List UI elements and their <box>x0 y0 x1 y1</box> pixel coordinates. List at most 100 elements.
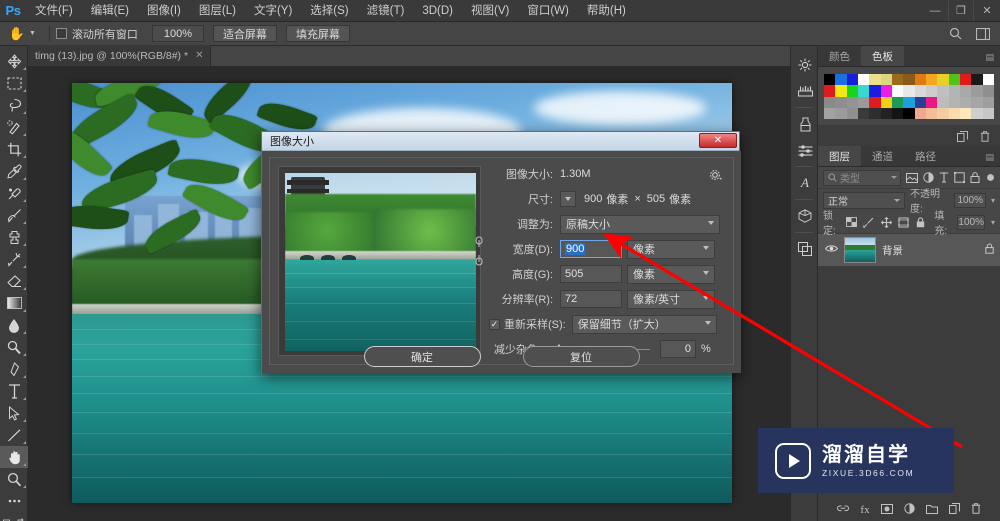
menu-select[interactable]: 选择(S) <box>301 0 357 22</box>
swatch-21[interactable] <box>892 85 904 97</box>
swatch-19[interactable] <box>869 85 881 97</box>
swatch-10[interactable] <box>937 74 949 86</box>
pen-tool[interactable] <box>0 358 28 380</box>
path-selection-tool[interactable] <box>0 402 28 424</box>
tab-layers[interactable]: 图层 <box>818 146 861 167</box>
swatch-5[interactable] <box>880 74 893 86</box>
swatch-36[interactable] <box>892 96 904 109</box>
swatch-42[interactable] <box>960 96 972 109</box>
swatch-12[interactable] <box>960 74 972 86</box>
resample-checkbox[interactable]: ✓ <box>489 318 500 330</box>
close-icon[interactable]: ✕ <box>195 50 203 61</box>
swatch-40[interactable] <box>937 96 949 109</box>
swatch-54[interactable] <box>926 108 938 120</box>
move-tool[interactable] <box>0 50 28 72</box>
menu-image[interactable]: 图像(I) <box>138 0 190 22</box>
swatch-59[interactable] <box>982 108 995 120</box>
brush-presets-icon[interactable] <box>791 78 819 104</box>
swatch-43[interactable] <box>971 96 983 109</box>
layer-filter-select[interactable]: 类型 <box>823 169 901 186</box>
type-filter-icon[interactable] <box>939 170 949 185</box>
healing-brush-tool[interactable] <box>0 182 28 204</box>
swatch-45[interactable] <box>824 108 836 120</box>
swatch-47[interactable] <box>846 108 859 120</box>
document-tab[interactable]: timg (13).jpg @ 100%(RGB/8#) * ✕ <box>28 45 212 66</box>
swatch-33[interactable] <box>858 96 870 109</box>
lock-position-icon[interactable] <box>880 215 892 230</box>
quick-selection-tool[interactable] <box>0 116 28 138</box>
layer-lock-icon[interactable] <box>985 243 994 257</box>
resample-select[interactable]: 保留细节（扩大） <box>571 314 717 334</box>
blur-tool[interactable] <box>0 314 28 336</box>
gradient-tool[interactable] <box>0 292 28 314</box>
swatch-grid[interactable] <box>824 74 995 120</box>
tab-paths[interactable]: 路径 <box>904 146 947 166</box>
layer-mask-icon[interactable] <box>880 503 893 517</box>
dodge-tool[interactable] <box>0 336 28 358</box>
layer-style-icon[interactable]: fx <box>860 504 869 516</box>
swatch-17[interactable] <box>846 85 859 97</box>
scroll-all-windows-checkbox[interactable] <box>55 28 67 39</box>
restore-button[interactable]: ❐ <box>948 0 974 21</box>
tab-swatches[interactable]: 色板 <box>861 46 904 66</box>
fit-screen-button[interactable]: 适合屏幕 <box>212 25 277 42</box>
dialog-close-button[interactable]: ✕ <box>699 133 737 148</box>
lock-transparent-icon[interactable] <box>846 215 858 230</box>
swatch-35[interactable] <box>880 96 893 109</box>
swatch-14[interactable] <box>982 74 995 86</box>
pixel-filter-icon[interactable] <box>906 170 918 185</box>
search-icon[interactable] <box>944 25 966 43</box>
reset-button[interactable]: 复位 <box>522 346 640 367</box>
tab-color[interactable]: 颜色 <box>818 46 861 66</box>
swatch-8[interactable] <box>914 74 927 86</box>
swatch-20[interactable] <box>880 85 893 97</box>
adjustment-layer-icon[interactable] <box>903 503 915 517</box>
fill-screen-button[interactable]: 填充屏幕 <box>285 25 350 42</box>
swatch-41[interactable] <box>948 96 961 109</box>
swatch-13[interactable] <box>971 74 983 86</box>
swatch-51[interactable] <box>892 108 904 120</box>
shape-filter-icon[interactable] <box>954 170 965 185</box>
workspace-icon[interactable] <box>972 25 994 43</box>
swatch-1[interactable] <box>835 74 847 86</box>
menu-view[interactable]: 视图(V) <box>462 0 518 22</box>
delete-icon[interactable] <box>971 503 981 517</box>
adjustments-icon[interactable] <box>791 52 819 78</box>
resolution-unit-select[interactable]: 像素/英寸 <box>627 289 715 309</box>
swatch-4[interactable] <box>869 74 881 86</box>
menu-filter[interactable]: 滤镜(T) <box>358 0 414 22</box>
height-unit-select[interactable]: 像素 <box>627 264 715 284</box>
swatch-37[interactable] <box>903 96 915 109</box>
menu-file[interactable]: 文件(F) <box>26 0 82 22</box>
swatch-58[interactable] <box>971 108 983 120</box>
swatches-panel[interactable] <box>818 67 1000 126</box>
swatch-18[interactable] <box>858 85 870 97</box>
opacity-value[interactable]: 100% <box>954 192 986 208</box>
swatch-50[interactable] <box>880 108 893 120</box>
swatch-28[interactable] <box>971 85 983 97</box>
swatch-46[interactable] <box>835 108 847 120</box>
dimensions-unit-dropdown[interactable] <box>560 191 576 207</box>
filter-power-icon[interactable] <box>985 170 995 185</box>
panel-menu-icon[interactable]: ▤ <box>985 52 995 63</box>
swatch-23[interactable] <box>914 85 927 97</box>
hand-tool-icon[interactable]: ✋ <box>6 24 28 44</box>
new-swatch-icon[interactable] <box>957 131 968 145</box>
delete-swatch-icon[interactable] <box>980 131 990 145</box>
opacity-scrubber-icon[interactable]: ▾ <box>991 196 995 205</box>
eraser-tool[interactable] <box>0 270 28 292</box>
swatch-26[interactable] <box>948 85 961 97</box>
ok-button[interactable]: 确定 <box>363 346 481 367</box>
swatch-39[interactable] <box>926 96 938 109</box>
swatch-11[interactable] <box>948 74 961 86</box>
preview-pane[interactable] <box>278 166 481 356</box>
eyedropper-tool[interactable] <box>0 160 28 182</box>
width-unit-select[interactable]: 像素 <box>627 239 715 259</box>
hand-tool[interactable] <box>0 446 28 468</box>
swatch-52[interactable] <box>903 108 915 120</box>
menu-3d[interactable]: 3D(D) <box>413 0 462 22</box>
swatch-34[interactable] <box>869 96 881 109</box>
styles-icon[interactable] <box>791 111 819 137</box>
type-tool[interactable] <box>0 380 28 402</box>
lasso-tool[interactable] <box>0 94 28 116</box>
